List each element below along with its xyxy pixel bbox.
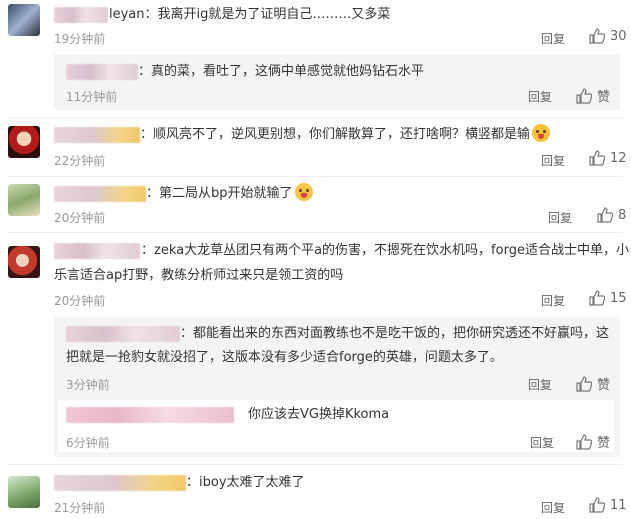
divider	[8, 118, 623, 119]
reply-button[interactable]: 回复	[541, 292, 565, 309]
comment-text: ：顺风亮不了，逆风更别想，你们解散算了，还打啥啊？横竖都是输	[140, 124, 551, 146]
reply-text-line2: 把就是一抢豹女就没招了，这版本没有多少适合forge的英雄，问题太多了。	[66, 350, 503, 365]
like-count: 12	[610, 150, 627, 166]
username-blurred[interactable]	[66, 64, 138, 80]
like-button[interactable]: 30	[589, 28, 627, 44]
reply-button[interactable]: 回复	[541, 30, 565, 47]
comment-time: 20分钟前	[54, 211, 106, 225]
username-blurred[interactable]	[66, 407, 234, 423]
reply-button[interactable]: 回复	[528, 376, 552, 393]
avatar[interactable]	[8, 4, 40, 36]
comment-text-line1: ：zeka大龙草丛团只有两个平a的伤害，不摁死在饮水机吗，forge适合战士中单…	[141, 243, 629, 258]
like-button[interactable]: 赞	[576, 86, 610, 105]
comment-text-line2: 乐言适合ap打野，教练分析师过来只是领工资的吗	[54, 268, 344, 283]
avatar[interactable]	[8, 476, 40, 508]
username-blurred[interactable]	[54, 475, 186, 491]
comment-text: ：iboy太难了太难了	[186, 475, 305, 490]
reply-button[interactable]: 回复	[548, 209, 572, 226]
like-button[interactable]: 8	[597, 207, 626, 223]
like-label: 赞	[597, 90, 611, 105]
like-button[interactable]: 12	[589, 150, 627, 166]
thumbs-up-icon	[576, 87, 592, 104]
comment-time: 20分钟前	[54, 294, 106, 308]
reply-button[interactable]: 回复	[541, 499, 565, 516]
sweat-emoji-icon	[294, 183, 313, 201]
grin-emoji-icon	[532, 124, 551, 142]
reply-text-line1: ：都能看出来的东西对面教练也不是吃干饭的，把你研究透还不好赢吗，这	[180, 326, 610, 341]
like-button[interactable]: 赞	[576, 432, 610, 451]
username-blurred[interactable]	[54, 243, 140, 259]
thumbs-up-icon	[576, 433, 592, 450]
reply-button[interactable]: 回复	[541, 152, 565, 169]
avatar[interactable]	[8, 246, 40, 278]
username-blurred[interactable]	[54, 186, 146, 202]
like-button[interactable]: 15	[589, 290, 627, 306]
comment-time: 22分钟前	[54, 154, 106, 168]
like-button[interactable]: 11	[589, 497, 627, 513]
reply-button[interactable]: 回复	[530, 434, 554, 451]
reply-thread: ：真的菜，看吐了，这俩中单感觉就他妈钻石水平 11分钟前 回复 赞	[54, 54, 620, 110]
thumbs-up-icon	[576, 375, 592, 392]
thumbs-up-icon	[597, 207, 613, 223]
divider	[8, 176, 623, 177]
reply-text: 你应该去VG换掉Kkoma	[248, 407, 390, 422]
thumbs-up-icon	[589, 150, 605, 166]
comment-text: leyan：我离开ig就是为了证明自己………又多菜	[109, 7, 391, 22]
thumbs-up-icon	[589, 290, 605, 306]
comment-time: 21分钟前	[54, 501, 106, 515]
nested-reply: 你应该去VG换掉Kkoma 6分钟前 回复 赞	[58, 400, 614, 452]
like-count: 30	[610, 28, 627, 44]
username-blurred[interactable]	[54, 7, 108, 23]
divider	[8, 232, 623, 233]
comment-text-body: ：第二局从bp开始就输了	[146, 186, 293, 201]
reply-time: 11分钟前	[66, 90, 118, 104]
comment-time: 19分钟前	[54, 32, 106, 46]
like-count: 11	[610, 497, 627, 513]
reply-text: ：真的菜，看吐了，这俩中单感觉就他妈钻石水平	[138, 64, 425, 79]
comment-text: ：第二局从bp开始就输了	[146, 183, 313, 205]
username-blurred[interactable]	[54, 127, 140, 143]
avatar[interactable]	[8, 126, 40, 158]
reply-button[interactable]: 回复	[528, 88, 552, 105]
reply-time: 6分钟前	[66, 436, 110, 450]
thumbs-up-icon	[589, 28, 605, 44]
like-button[interactable]: 赞	[576, 374, 610, 393]
reply-time: 3分钟前	[66, 378, 110, 392]
like-label: 赞	[597, 436, 611, 451]
username-blurred[interactable]	[66, 326, 180, 342]
divider	[8, 464, 623, 465]
like-label: 赞	[597, 378, 611, 393]
thumbs-up-icon	[589, 497, 605, 513]
avatar[interactable]	[8, 184, 40, 216]
like-count: 15	[610, 290, 627, 306]
comment-text-body: ：顺风亮不了，逆风更别想，你们解散算了，还打啥啊？横竖都是输	[140, 127, 531, 142]
like-count: 8	[618, 207, 627, 223]
